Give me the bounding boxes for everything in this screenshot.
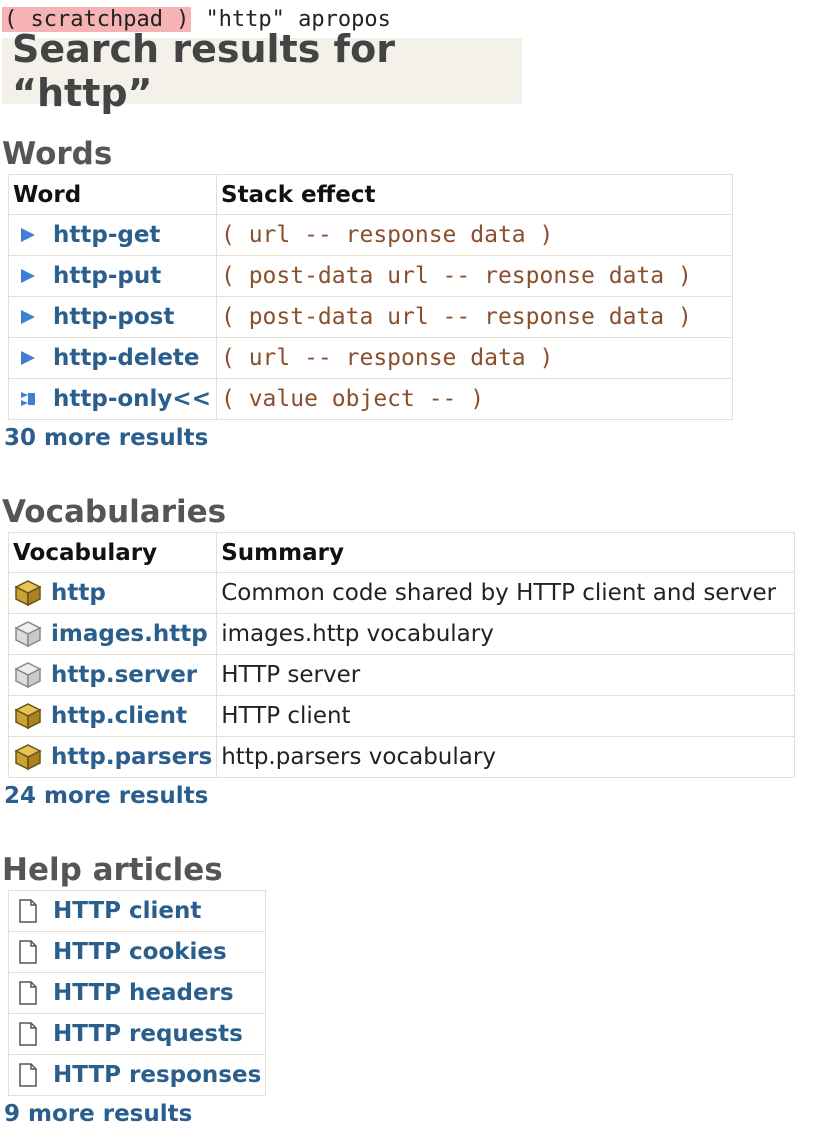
vocabularies-table: Vocabulary Summary http Common code share… <box>7 532 796 778</box>
word-link[interactable]: http-delete <box>53 345 200 371</box>
help-article-cell: HTTP requests <box>7 1013 267 1055</box>
vocabulary-row: http Common code shared by HTTP client an… <box>7 572 796 614</box>
vocabulary-link[interactable]: http <box>51 580 106 606</box>
page-title: Search results for “http” <box>12 27 395 115</box>
document-icon <box>13 978 43 1008</box>
vocab-box-loaded-icon <box>13 578 43 608</box>
vocab-box-loaded-icon <box>13 701 43 731</box>
vocabulary-cell: http <box>7 572 218 614</box>
stack-effect-cell: ( value object -- ) <box>216 378 733 420</box>
help-article-cell: HTTP headers <box>7 972 267 1014</box>
vocabularies-heading: Vocabularies <box>2 494 227 530</box>
vocabulary-link[interactable]: images.http <box>51 621 208 647</box>
word-cell: http-get <box>8 214 217 256</box>
words-table: Word Stack effect http-get ( url -- respo… <box>8 174 733 420</box>
page-title-box: Search results for “http” <box>2 27 522 115</box>
vocabularies-section: Vocabularies Vocabulary Summary http Comm… <box>2 492 796 814</box>
document-icon <box>13 896 43 926</box>
summary-cell: HTTP server <box>216 654 796 696</box>
triangle-play-icon <box>13 343 43 373</box>
generic-word-icon <box>13 384 43 414</box>
vocabulary-link[interactable]: http.server <box>51 662 197 688</box>
vocabularies-header-row: Vocabulary Summary <box>7 532 796 573</box>
words-heading: Words <box>2 136 113 172</box>
vocabulary-cell: images.http <box>7 613 218 655</box>
word-row: http-post ( post-data url -- response dat… <box>8 296 733 338</box>
help-article-row: HTTP headers <box>7 972 267 1014</box>
help-article-link[interactable]: HTTP cookies <box>53 939 227 965</box>
stack-effect-cell: ( post-data url -- response data ) <box>216 255 733 297</box>
help-article-cell: HTTP cookies <box>7 931 267 973</box>
word-row: http-delete ( url -- response data ) <box>8 337 733 379</box>
vocabularies-more-results-link[interactable]: 24 more results <box>4 778 795 814</box>
help-article-link[interactable]: HTTP client <box>53 898 201 924</box>
column-header-word: Word <box>8 174 217 215</box>
word-row: http-put ( post-data url -- response data… <box>8 255 733 297</box>
help-article-cell: HTTP responses <box>7 1054 267 1096</box>
vocab-box-unloaded-icon <box>13 660 43 690</box>
help-articles-heading: Help articles <box>2 852 223 888</box>
vocabulary-row: http.client HTTP client <box>7 695 796 737</box>
vocabulary-row: http.parsers http.parsers vocabulary <box>7 736 796 778</box>
summary-cell: images.http vocabulary <box>216 613 796 655</box>
word-cell: http-delete <box>8 337 217 379</box>
summary-cell: HTTP client <box>216 695 796 737</box>
column-header-vocabulary: Vocabulary <box>7 532 218 573</box>
summary-cell: http.parsers vocabulary <box>216 736 796 778</box>
vocabulary-cell: http.server <box>7 654 218 696</box>
document-icon <box>13 1060 43 1090</box>
summary-cell: Common code shared by HTTP client and se… <box>216 572 796 614</box>
help-article-link[interactable]: HTTP headers <box>53 980 234 1006</box>
triangle-play-icon <box>13 261 43 291</box>
help-articles-more-results-link[interactable]: 9 more results <box>4 1096 266 1132</box>
vocabulary-row: images.http images.http vocabulary <box>7 613 796 655</box>
word-cell: http-post <box>8 296 217 338</box>
stack-effect-cell: ( url -- response data ) <box>216 337 733 379</box>
help-article-row: HTTP cookies <box>7 931 267 973</box>
stack-effect-cell: ( url -- response data ) <box>216 214 733 256</box>
vocab-box-loaded-icon <box>13 742 43 772</box>
help-article-row: HTTP requests <box>7 1013 267 1055</box>
help-article-link[interactable]: HTTP responses <box>53 1062 261 1088</box>
words-more-results-link[interactable]: 30 more results <box>4 420 733 456</box>
word-row: http-get ( url -- response data ) <box>8 214 733 256</box>
word-link[interactable]: http-put <box>53 263 161 289</box>
vocabulary-cell: http.parsers <box>7 736 218 778</box>
vocab-box-unloaded-icon <box>13 619 43 649</box>
help-article-link[interactable]: HTTP requests <box>53 1021 243 1047</box>
document-icon <box>13 937 43 967</box>
help-article-row: HTTP client <box>7 890 267 932</box>
word-cell: http-put <box>8 255 217 297</box>
words-header-row: Word Stack effect <box>8 174 733 215</box>
triangle-play-icon <box>13 220 43 250</box>
document-icon <box>13 1019 43 1049</box>
word-link[interactable]: http-post <box>53 304 174 330</box>
vocabulary-link[interactable]: http.client <box>51 703 187 729</box>
help-article-row: HTTP responses <box>7 1054 267 1096</box>
word-link[interactable]: http-get <box>53 222 160 248</box>
word-row: http-only<<( value object -- ) <box>8 378 733 420</box>
word-link[interactable]: http-only<< <box>53 386 211 412</box>
help-articles-table: HTTP client HTTP cookies HTTP headers HTTP … <box>7 890 267 1096</box>
triangle-play-icon <box>13 302 43 332</box>
vocabulary-cell: http.client <box>7 695 218 737</box>
help-article-cell: HTTP client <box>7 890 267 932</box>
stack-effect-cell: ( post-data url -- response data ) <box>216 296 733 338</box>
words-section: Words Word Stack effect http-get ( url --… <box>2 134 733 456</box>
help-articles-section: Help articles HTTP client HTTP cookies HTT… <box>2 850 267 1132</box>
vocabulary-link[interactable]: http.parsers <box>51 744 212 770</box>
column-header-summary: Summary <box>216 532 796 573</box>
vocabulary-row: http.server HTTP server <box>7 654 796 696</box>
word-cell: http-only<< <box>8 378 217 420</box>
column-header-stack-effect: Stack effect <box>216 174 733 215</box>
